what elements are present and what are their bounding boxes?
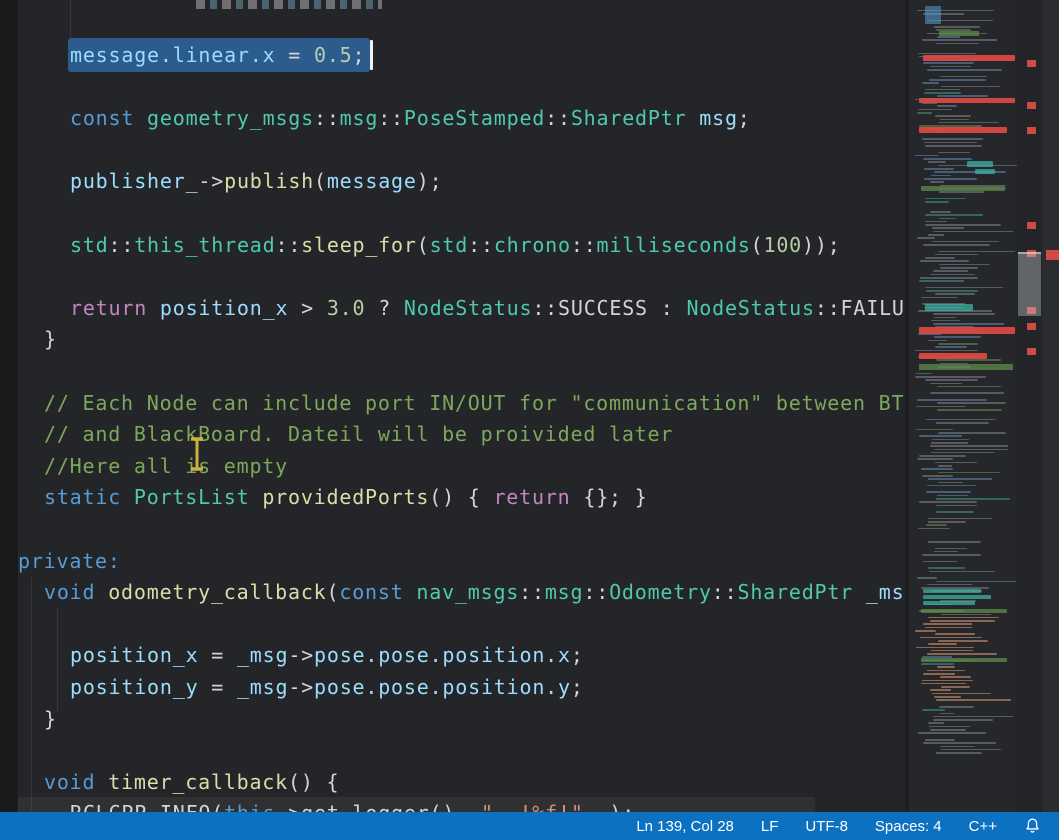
bell-icon[interactable] [1024, 817, 1041, 835]
code-line[interactable]: RCLCPP_INFO(this->get_logger(), "… !%f!"… [70, 797, 635, 812]
scrollbar-thumb[interactable] [1018, 252, 1041, 316]
code-line[interactable]: } [44, 703, 57, 735]
code-line[interactable]: position_x = _msg->pose.pose.position.x; [70, 639, 584, 671]
status-eol[interactable]: LF [761, 818, 779, 835]
code-line[interactable]: std::this_thread::sleep_for(std::chrono:… [70, 229, 841, 261]
overview-ruler[interactable] [1017, 0, 1042, 812]
status-bar: Ln 139, Col 28 LF UTF-8 Spaces: 4 C++ [0, 812, 1059, 840]
status-encoding[interactable]: UTF-8 [805, 818, 848, 835]
code-line[interactable]: return position_x > 3.0 ? NodeStatus::SU… [70, 292, 905, 324]
error-edge-mark [1046, 250, 1059, 260]
code-line[interactable]: publisher_->publish(message); [70, 165, 442, 197]
code-line[interactable]: private: [18, 545, 121, 577]
code-line[interactable]: static PortsList providedPorts() { retur… [44, 481, 648, 513]
code-line[interactable]: } [44, 323, 57, 355]
code-line[interactable]: position_y = _msg->pose.pose.position.y; [70, 671, 584, 703]
clipped-top-line [196, 0, 382, 9]
code-line[interactable]: void odometry_callback(const nav_msgs::m… [44, 576, 905, 608]
status-language[interactable]: C++ [969, 818, 997, 835]
code-line[interactable]: void timer_callback() { [44, 766, 339, 798]
code-line[interactable]: const geometry_msgs::msg::PoseStamped::S… [70, 102, 751, 134]
status-cursor-position[interactable]: Ln 139, Col 28 [636, 818, 734, 835]
vscode-window: message.linear.x = 0.5; const geometry_ms… [0, 0, 1059, 840]
text-cursor [370, 40, 373, 70]
code-line[interactable]: // and BlackBoard. Dateil will be proivi… [44, 418, 673, 450]
code-line[interactable]: //Here all is empty [44, 450, 288, 482]
mouse-ibeam-cursor [186, 436, 208, 472]
editor-left-strip [0, 0, 19, 812]
window-right-edge [1042, 0, 1059, 812]
code-line[interactable]: // Each Node can include port IN/OUT for… [44, 387, 904, 419]
code-line[interactable]: message.linear.x = 0.5; [70, 39, 365, 71]
minimap[interactable] [909, 0, 1017, 812]
code-editor[interactable]: message.linear.x = 0.5; const geometry_ms… [0, 0, 905, 812]
status-indentation[interactable]: Spaces: 4 [875, 818, 942, 835]
